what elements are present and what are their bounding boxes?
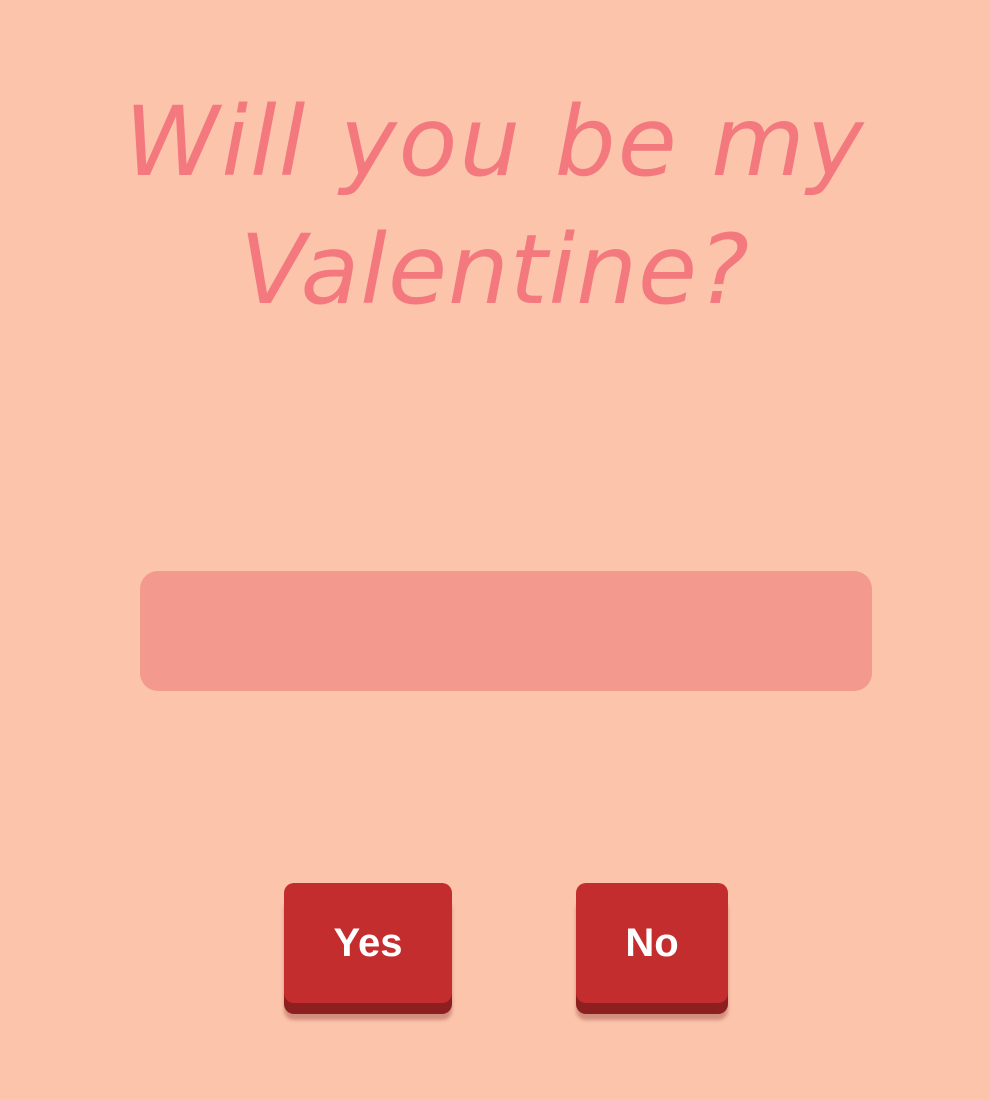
message-box: [140, 571, 872, 691]
page: { "question": { "line1": "Will you be my…: [0, 0, 990, 1099]
no-button[interactable]: No: [576, 883, 728, 1003]
page-title-line-1: Will you be my: [124, 86, 866, 198]
page-title-line-2: Valentine?: [239, 214, 751, 326]
page-title: Will you be my Valentine?: [0, 78, 990, 334]
yes-button[interactable]: Yes: [284, 883, 452, 1003]
